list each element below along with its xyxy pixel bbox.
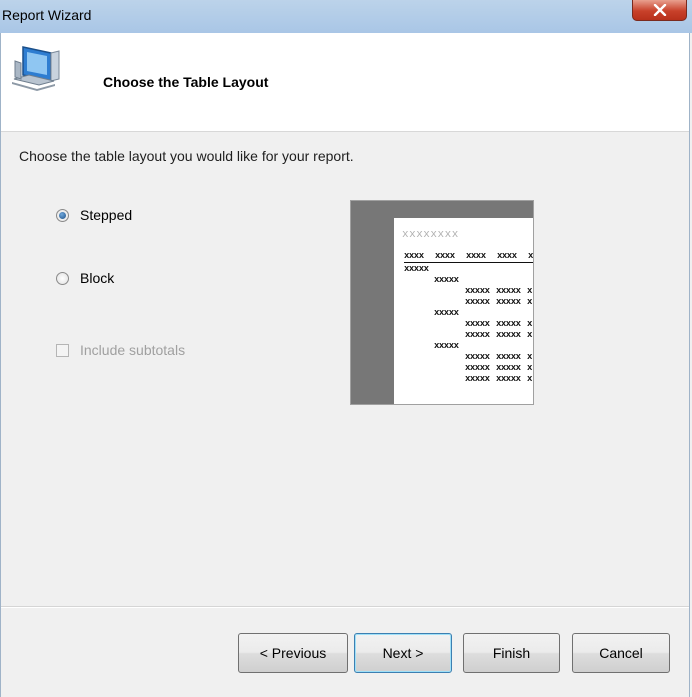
preview-data-cell: x	[527, 330, 532, 340]
preview-header-cell: xxxx	[497, 251, 517, 261]
preview-header-cell: x	[528, 251, 533, 261]
preview-data-cell: xxxxx	[465, 319, 490, 329]
preview-subgroup-cell: xxxxx	[434, 341, 459, 351]
preview-header-cell: xxxx	[404, 251, 424, 261]
next-button[interactable]: Next >	[354, 633, 452, 673]
preview-data-cell: x	[527, 319, 532, 329]
wizard-body: Choose the Table Layout Choose the table…	[0, 33, 690, 697]
title-bar: Report Wizard	[0, 0, 692, 33]
preview-header-cell: xxxx	[466, 251, 486, 261]
stepped-label[interactable]: Stepped	[80, 207, 132, 223]
preview-data-cell: xxxxx	[465, 363, 490, 373]
preview-title: xxxxxxxx	[402, 229, 459, 241]
preview-header-cell: xxxx	[435, 251, 455, 261]
preview-data-cell: xxxxx	[465, 297, 490, 307]
finish-button[interactable]: Finish	[463, 633, 560, 673]
preview-data-cell: x	[527, 363, 532, 373]
preview-data-cell: xxxxx	[496, 286, 521, 296]
preview-data-cell: xxxxx	[496, 374, 521, 384]
computer-icon	[12, 46, 60, 91]
close-icon	[653, 4, 667, 16]
preview-page: xxxxxxxx xxxx xxxx xxxx xxxx x xxxxx xxx…	[394, 218, 533, 404]
preview-data-cell: xxxxx	[465, 352, 490, 362]
preview-data-cell: xxxxx	[496, 319, 521, 329]
preview-subgroup-cell: xxxxx	[434, 275, 459, 285]
preview-data-cell: xxxxx	[496, 330, 521, 340]
preview-data-cell: x	[527, 297, 532, 307]
block-radio[interactable]	[56, 272, 69, 285]
preview-data-cell: x	[527, 374, 532, 384]
subtotals-label: Include subtotals	[80, 342, 186, 358]
preview-group-cell: xxxxx	[404, 264, 429, 274]
radio-selected-dot	[59, 212, 66, 219]
preview-data-cell: xxxxx	[496, 297, 521, 307]
page-title: Choose the Table Layout	[103, 74, 269, 90]
preview-header-rule	[404, 262, 533, 263]
wizard-header: Choose the Table Layout	[1, 33, 689, 132]
preview-data-cell: x	[527, 286, 532, 296]
cancel-button[interactable]: Cancel	[572, 633, 670, 673]
instructions-text: Choose the table layout you would like f…	[19, 148, 354, 164]
stepped-radio[interactable]	[56, 209, 69, 222]
window-title: Report Wizard	[2, 7, 92, 23]
preview-data-cell: xxxxx	[465, 286, 490, 296]
preview-data-cell: xxxxx	[465, 330, 490, 340]
preview-data-cell: xxxxx	[465, 374, 490, 384]
preview-subgroup-cell: xxxxx	[434, 308, 459, 318]
layout-preview: xxxxxxxx xxxx xxxx xxxx xxxx x xxxxx xxx…	[350, 200, 534, 405]
footer-divider-highlight	[1, 607, 689, 608]
subtotals-checkbox	[56, 344, 69, 357]
preview-data-cell: x	[527, 352, 532, 362]
block-label[interactable]: Block	[80, 270, 114, 286]
previous-button[interactable]: < Previous	[238, 633, 348, 673]
preview-data-cell: xxxxx	[496, 363, 521, 373]
close-button[interactable]	[632, 0, 687, 21]
preview-data-cell: xxxxx	[496, 352, 521, 362]
